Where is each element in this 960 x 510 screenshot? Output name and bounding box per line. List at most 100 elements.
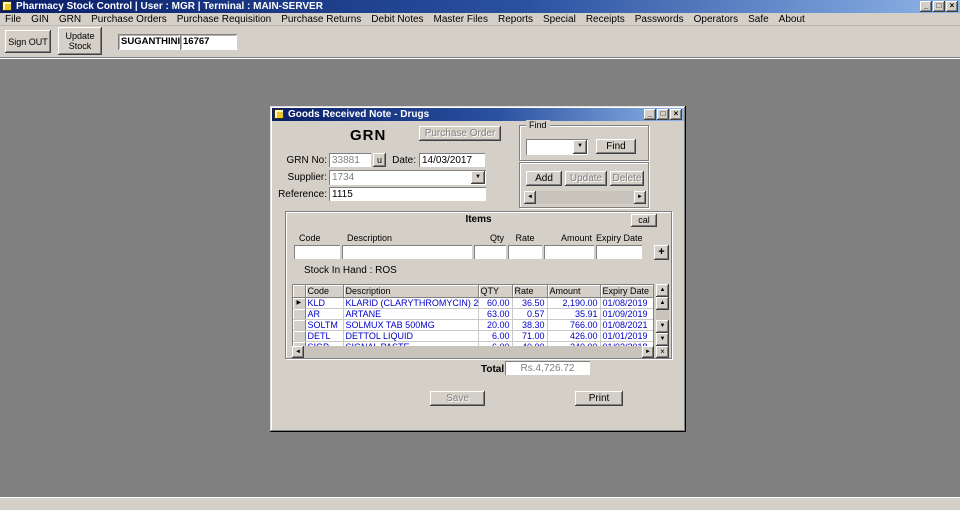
grid-scroll-right-icon[interactable]: ► xyxy=(642,346,654,358)
grid-row[interactable]: DETL DETTOL LIQUID 6.00 71.00 426.00 01/01/20… xyxy=(293,330,653,342)
grid-cell: SOLMUX TAB 500MG xyxy=(343,319,479,331)
reference-label: Reference: xyxy=(278,189,327,200)
app-minimize-button[interactable]: _ xyxy=(920,1,932,12)
grn-no-label: GRN No: xyxy=(286,155,327,166)
grid-cell: 766.00 xyxy=(547,319,601,331)
actions-group: Add Update Delete ◄ ► xyxy=(519,162,649,208)
grid-cancel-icon[interactable]: × xyxy=(656,346,669,358)
grid-column-header[interactable]: Rate xyxy=(512,285,548,298)
supplier-combobox[interactable]: ▼ xyxy=(329,170,486,185)
app-close-button[interactable]: × xyxy=(946,1,958,12)
find-dropdown-icon[interactable]: ▼ xyxy=(573,140,587,154)
menu-item-special[interactable]: Special xyxy=(538,13,581,26)
app-title: Pharmacy Stock Control | User : MGR | Te… xyxy=(16,1,323,12)
entry-description-input[interactable] xyxy=(342,245,472,259)
grid-cell: KLARID (CLARYTHROMYCIN) 250M xyxy=(343,297,479,309)
find-combobox[interactable]: ▼ xyxy=(526,139,588,155)
grn-window-body: GRN Purchase Order Find ▼ Find GRN No: u… xyxy=(272,120,684,430)
grn-window-titlebar[interactable]: Goods Received Note - Drugs _ □ × xyxy=(272,108,684,121)
row-selector[interactable]: ▶ xyxy=(293,297,306,309)
grn-close-button[interactable]: × xyxy=(670,109,682,120)
grid-scroll-up-icon[interactable]: ▲ xyxy=(656,284,669,297)
menu-item-master-files[interactable]: Master Files xyxy=(429,13,493,26)
add-button[interactable]: Add xyxy=(526,171,562,186)
row-selector[interactable] xyxy=(293,319,306,331)
app-maximize-button[interactable]: □ xyxy=(933,1,945,12)
entry-qty-input[interactable] xyxy=(474,245,506,259)
menu-item-purchase-returns[interactable]: Purchase Returns xyxy=(276,13,366,26)
reference-field[interactable] xyxy=(329,187,486,201)
app-titlebar: Pharmacy Stock Control | User : MGR | Te… xyxy=(0,0,960,13)
grid-row[interactable]: SOLTM SOLMUX TAB 500MG 20.00 38.30 766.00 01/… xyxy=(293,319,653,331)
menu-item-grn[interactable]: GRN xyxy=(54,13,86,26)
menu-item-gin[interactable]: GIN xyxy=(26,13,54,26)
user-name-field: SUGANTHINI xyxy=(118,34,180,50)
grid-cell: 71.00 xyxy=(512,330,548,342)
save-button: Save xyxy=(430,391,485,406)
row-selector[interactable] xyxy=(293,330,306,342)
menu-item-reports[interactable]: Reports xyxy=(493,13,538,26)
grn-maximize-button[interactable]: □ xyxy=(657,109,669,120)
entry-header-rate: Rate xyxy=(515,233,535,243)
record-prev-icon[interactable]: ◄ xyxy=(524,191,536,204)
entry-code-input[interactable] xyxy=(294,245,340,259)
menu-item-purchase-orders[interactable]: Purchase Orders xyxy=(86,13,172,26)
grid-cell: ARTANE xyxy=(343,308,479,320)
record-scrollbar[interactable]: ◄ ► xyxy=(524,191,646,204)
grid-column-header[interactable]: Code xyxy=(305,285,344,298)
grid-cell: 6.00 xyxy=(478,330,513,342)
total-label: Total xyxy=(481,364,505,375)
grid-column-header[interactable]: Description xyxy=(343,285,479,298)
menu-item-about[interactable]: About xyxy=(774,13,810,26)
grid-column-header[interactable]: Expiry Date xyxy=(600,285,653,298)
entry-expiry-input[interactable] xyxy=(596,245,642,259)
date-label: Date: xyxy=(392,155,416,166)
menu-item-purchase-requisition[interactable]: Purchase Requisition xyxy=(172,13,277,26)
entry-header-row: Code Description Qty Rate Amount Expiry … xyxy=(294,233,642,243)
grid-nav-up-icon[interactable]: ▲ xyxy=(656,297,669,310)
date-field[interactable] xyxy=(419,153,485,167)
menu-item-file[interactable]: File xyxy=(0,13,26,26)
entry-header-qty: Qty xyxy=(489,233,504,243)
toolbar: Sign OUT Update Stock SUGANTHINI 16767 xyxy=(0,26,960,57)
menu-item-safe[interactable]: Safe xyxy=(743,13,774,26)
grid-scroll-down-icon[interactable]: ▼ xyxy=(656,333,669,346)
items-panel: Items cal Code Description Qty Rate Amou… xyxy=(285,211,672,359)
grid-scroll-left-icon[interactable]: ◄ xyxy=(292,346,304,358)
grid-cell: 01/01/2019 xyxy=(600,330,653,342)
grn-no-field[interactable] xyxy=(329,153,371,167)
record-next-icon[interactable]: ► xyxy=(634,191,646,204)
grid-column-header[interactable]: QTY xyxy=(478,285,513,298)
grn-minimize-button[interactable]: _ xyxy=(644,109,656,120)
menu-item-receipts[interactable]: Receipts xyxy=(581,13,630,26)
grid-cell: 35.91 xyxy=(547,308,601,320)
grid-cell: 0.57 xyxy=(512,308,548,320)
add-row-button[interactable]: + xyxy=(654,245,669,260)
grid-row[interactable]: AR ARTANE 63.00 0.57 35.91 01/09/2019 xyxy=(293,308,653,320)
supplier-dropdown-icon[interactable]: ▼ xyxy=(471,171,485,184)
grid-cell: 01/08/2019 xyxy=(600,297,653,309)
sign-out-button[interactable]: Sign OUT xyxy=(5,30,51,53)
u-button[interactable]: u xyxy=(373,153,386,167)
grid-horizontal-scrollbar[interactable]: ◄ ► xyxy=(292,346,654,358)
find-group: Find ▼ Find xyxy=(519,120,649,161)
menu-item-debit-notes[interactable]: Debit Notes xyxy=(366,13,428,26)
print-button[interactable]: Print xyxy=(575,391,623,406)
row-selector[interactable] xyxy=(293,308,306,320)
grid-header-row: Code Description QTY Rate Amount Expiry Date xyxy=(293,285,653,298)
grid-nav-down-icon[interactable]: ▼ xyxy=(656,320,669,333)
entry-rate-input[interactable] xyxy=(508,245,542,259)
update-stock-button[interactable]: Update Stock xyxy=(58,27,102,55)
find-combo-input[interactable] xyxy=(527,140,573,154)
grid-cell: 38.30 xyxy=(512,319,548,331)
find-button[interactable]: Find xyxy=(596,139,636,154)
grid-row[interactable]: ▶KLDKLARID (CLARYTHROMYCIN) 250M60.0036.… xyxy=(293,297,653,309)
entry-header-code: Code xyxy=(299,233,321,243)
menu-item-passwords[interactable]: Passwords xyxy=(630,13,689,26)
menu-item-operators[interactable]: Operators xyxy=(689,13,743,26)
menu-bar: File GIN GRN Purchase Orders Purchase Requis… xyxy=(0,13,960,26)
grid-column-header[interactable]: Amount xyxy=(547,285,601,298)
entry-amount-input[interactable] xyxy=(544,245,594,259)
supplier-combo-input[interactable] xyxy=(330,171,471,184)
cal-button[interactable]: cal xyxy=(631,214,657,227)
